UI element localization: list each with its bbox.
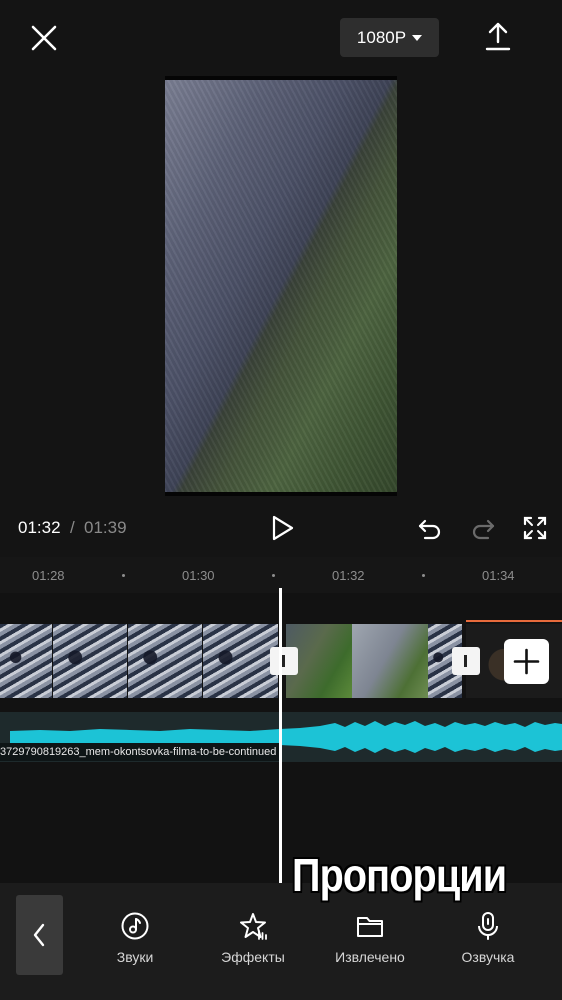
tool-label: Звуки: [116, 949, 154, 965]
transport-bar: 01:32 / 01:39: [0, 505, 562, 551]
add-clip-button[interactable]: [504, 639, 549, 684]
redo-icon[interactable]: [470, 515, 496, 541]
clip-thumbnail[interactable]: [0, 624, 52, 698]
tool-label: Извлечено: [335, 949, 405, 965]
transition-button[interactable]: [270, 647, 298, 675]
tool-label: Озвучка: [461, 949, 515, 965]
ruler-dot: [422, 574, 425, 577]
tool-label: Эффекты: [221, 949, 285, 965]
fullscreen-icon[interactable]: [522, 515, 548, 541]
top-bar: 1080P: [0, 0, 562, 76]
trim-marker: [466, 620, 562, 622]
playhead[interactable]: [279, 588, 282, 883]
tool-sounds[interactable]: Звуки: [85, 911, 185, 965]
resolution-label: 1080P: [356, 27, 407, 47]
chevron-left-icon: [33, 923, 45, 947]
ruler-label: 01:30: [182, 568, 215, 583]
clip-thumbnail[interactable]: [128, 624, 202, 698]
ruler-label: 01:28: [32, 568, 65, 583]
tool-effects[interactable]: Эффекты: [203, 911, 303, 965]
ruler-label: 01:32: [332, 568, 365, 583]
star-sparkle-icon: [240, 913, 267, 940]
total-time: 01:39: [84, 518, 127, 537]
ruler-dot: [122, 574, 125, 577]
plus-icon: [513, 648, 540, 675]
ruler-label: 01:34: [482, 568, 515, 583]
tool-voiceover[interactable]: Озвучка: [438, 911, 538, 965]
undo-icon[interactable]: [417, 515, 443, 541]
play-icon[interactable]: [268, 514, 296, 542]
close-icon[interactable]: [24, 18, 64, 58]
tool-extracted[interactable]: Извлечено: [320, 911, 420, 965]
back-button[interactable]: [16, 895, 63, 975]
overlay-caption: Пропорции: [292, 849, 507, 901]
clip-thumbnail[interactable]: [53, 624, 127, 698]
music-note-icon: [121, 912, 149, 940]
transition-button[interactable]: [452, 647, 480, 675]
clip-thumbnail[interactable]: [203, 624, 278, 698]
caret-down-icon: [412, 34, 423, 41]
clip-thumbnail[interactable]: [352, 624, 428, 698]
current-time: 01:32: [18, 518, 61, 537]
ruler-dot: [272, 574, 275, 577]
resolution-button[interactable]: 1080P: [340, 18, 439, 57]
video-frame: [165, 80, 397, 492]
audio-clip-name: 3729790819263_mem-okontsovka-filma-to-be…: [0, 743, 283, 761]
folder-icon: [357, 917, 383, 937]
export-icon[interactable]: [482, 20, 514, 54]
video-preview[interactable]: [165, 76, 397, 496]
microphone-icon: [478, 912, 498, 940]
time-separator: /: [70, 518, 75, 537]
